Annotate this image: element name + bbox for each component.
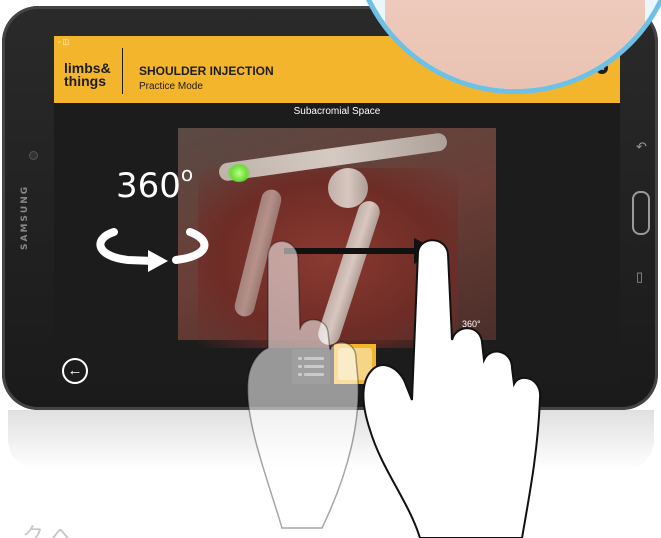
rotate-360-degree: o <box>180 162 194 186</box>
shoulder-3d-model[interactable]: 360° <box>178 128 496 348</box>
list-icon-line <box>304 357 324 360</box>
list-icon-bullet <box>298 365 302 368</box>
front-camera <box>30 152 37 159</box>
swipe-arrow-icon <box>284 238 440 264</box>
hw-recents-icon[interactable]: ▯ <box>636 270 643 283</box>
list-button[interactable] <box>292 349 330 384</box>
shoulder-thumbnail-image <box>338 348 372 380</box>
page-title: SHOULDER INJECTION <box>139 64 274 78</box>
app-logo: limbs& things <box>64 61 111 89</box>
view-label: Subacromial Space <box>293 106 381 117</box>
cropped-footer-text: ク へ <box>22 524 73 538</box>
back-button[interactable]: ← <box>62 358 88 384</box>
list-icon-line <box>304 373 324 376</box>
list-icon-bullet <box>298 373 302 376</box>
tablet-reflection <box>8 410 654 470</box>
rotate-360-label: 360o <box>116 162 193 206</box>
tutorial-illustration: SAMSUNG ↶ ▯ ▫ ◫ limbs& things SHOULDER I… <box>0 0 661 538</box>
back-arrow-icon: ← <box>67 362 83 379</box>
device-brand: SAMSUNG <box>20 184 30 250</box>
header-divider <box>122 48 123 94</box>
hw-back-icon[interactable]: ↶ <box>636 140 647 153</box>
view-thumbnail-button[interactable] <box>334 344 376 384</box>
logo-line-2: things <box>64 73 106 89</box>
rotate-360-number: 360 <box>116 166 181 206</box>
patient-shoulder-image <box>385 0 645 89</box>
page-subtitle: Practice Mode <box>139 81 203 92</box>
list-icon-line <box>304 365 324 368</box>
list-icon-bullet <box>298 357 302 360</box>
mini-rotate-label: 360° <box>462 319 481 329</box>
patient-photo-bubble <box>350 0 661 94</box>
rotate-arrows-icon <box>96 228 209 272</box>
injection-target-marker[interactable] <box>228 164 250 182</box>
status-bar-icons: ▫ ◫ <box>58 39 70 46</box>
hw-home-button[interactable] <box>632 191 650 235</box>
